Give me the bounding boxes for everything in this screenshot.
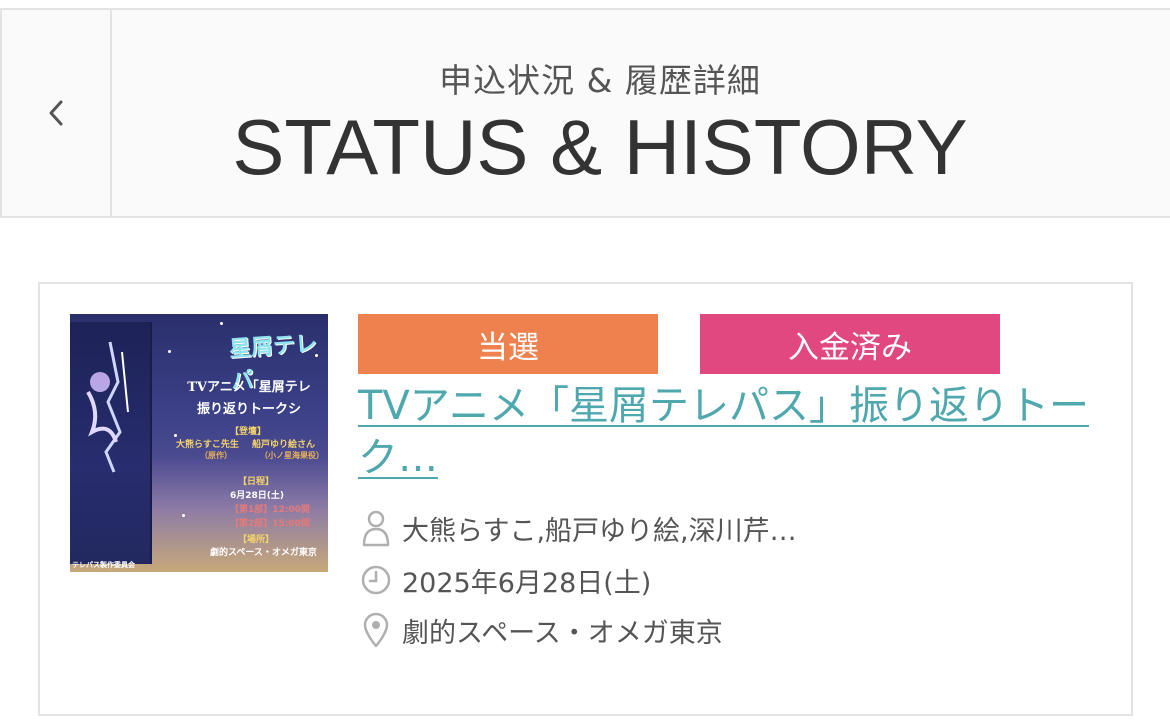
event-thumbnail[interactable]: 星屑テレパ TVアニメ「星屑テレ 振り返りトークシ 【登壇】 大熊らすこ先生 船… bbox=[70, 314, 328, 572]
thumbnail-cast1: 大熊らすこ先生 bbox=[176, 440, 239, 450]
thumbnail-venue-heading: 【場所】 bbox=[238, 535, 275, 545]
thumbnail-date: 6月28日(土) bbox=[230, 491, 285, 501]
thumbnail-venue: 劇的スペース・オメガ東京 bbox=[210, 548, 317, 558]
header-title-area: 申込状況 & 履歴詳細 STATUS & HISTORY bbox=[112, 10, 1088, 216]
thumbnail-cast2: 船戸ゆり絵さん bbox=[252, 440, 316, 450]
chevron-left-icon bbox=[49, 100, 63, 126]
thumbnail-line1: TVアニメ「星屑テレ bbox=[187, 380, 311, 395]
thumbnail-part1: 【第1部】12:00開 bbox=[230, 505, 310, 515]
person-icon bbox=[358, 508, 394, 548]
thumbnail-part2: 【第2部】15:00開 bbox=[230, 519, 310, 529]
thumbnail-cast-heading: 【登壇】 bbox=[230, 427, 267, 437]
status-badge-paid: 入金済み bbox=[700, 314, 1000, 374]
status-badge-won: 当選 bbox=[358, 314, 658, 374]
date-row: 2025年6月28日(土) bbox=[358, 560, 651, 600]
page-subtitle: 申込状況 & 履歴詳細 bbox=[439, 61, 761, 100]
character-figure-icon bbox=[86, 341, 129, 473]
date-text: 2025年6月28日(土) bbox=[402, 567, 652, 599]
back-button[interactable] bbox=[0, 10, 112, 216]
thumbnail-footer: テレパス製作委員会 bbox=[72, 561, 135, 569]
thumbnail-character-panel bbox=[70, 322, 152, 564]
performers-text: 大熊らすこ,船戸ゆり絵,深川芹… bbox=[402, 515, 797, 547]
clock-icon bbox=[358, 560, 394, 600]
application-card: 星屑テレパ TVアニメ「星屑テレ 振り返りトークシ 【登壇】 大熊らすこ先生 船… bbox=[38, 282, 1133, 716]
thumbnail-cast2-role: （小ノ星海果役） bbox=[260, 451, 324, 460]
venue-text: 劇的スペース・オメガ東京 bbox=[402, 617, 723, 649]
page-header: 申込状況 & 履歴詳細 STATUS & HISTORY bbox=[0, 8, 1170, 218]
location-pin-icon bbox=[358, 610, 394, 650]
thumbnail-date-heading: 【日程】 bbox=[238, 477, 275, 487]
venue-row: 劇的スペース・オメガ東京 bbox=[358, 610, 723, 650]
event-title-link[interactable]: TVアニメ「星屑テレパス」振り返りトーク… bbox=[358, 380, 1118, 484]
thumbnail-cast1-role: （原作） bbox=[200, 451, 232, 460]
performers-row: 大熊らすこ,船戸ゆり絵,深川芹… bbox=[358, 508, 797, 548]
thumbnail-line2: 振り返りトークシ bbox=[196, 402, 301, 417]
page-title: STATUS & HISTORY bbox=[232, 103, 968, 191]
